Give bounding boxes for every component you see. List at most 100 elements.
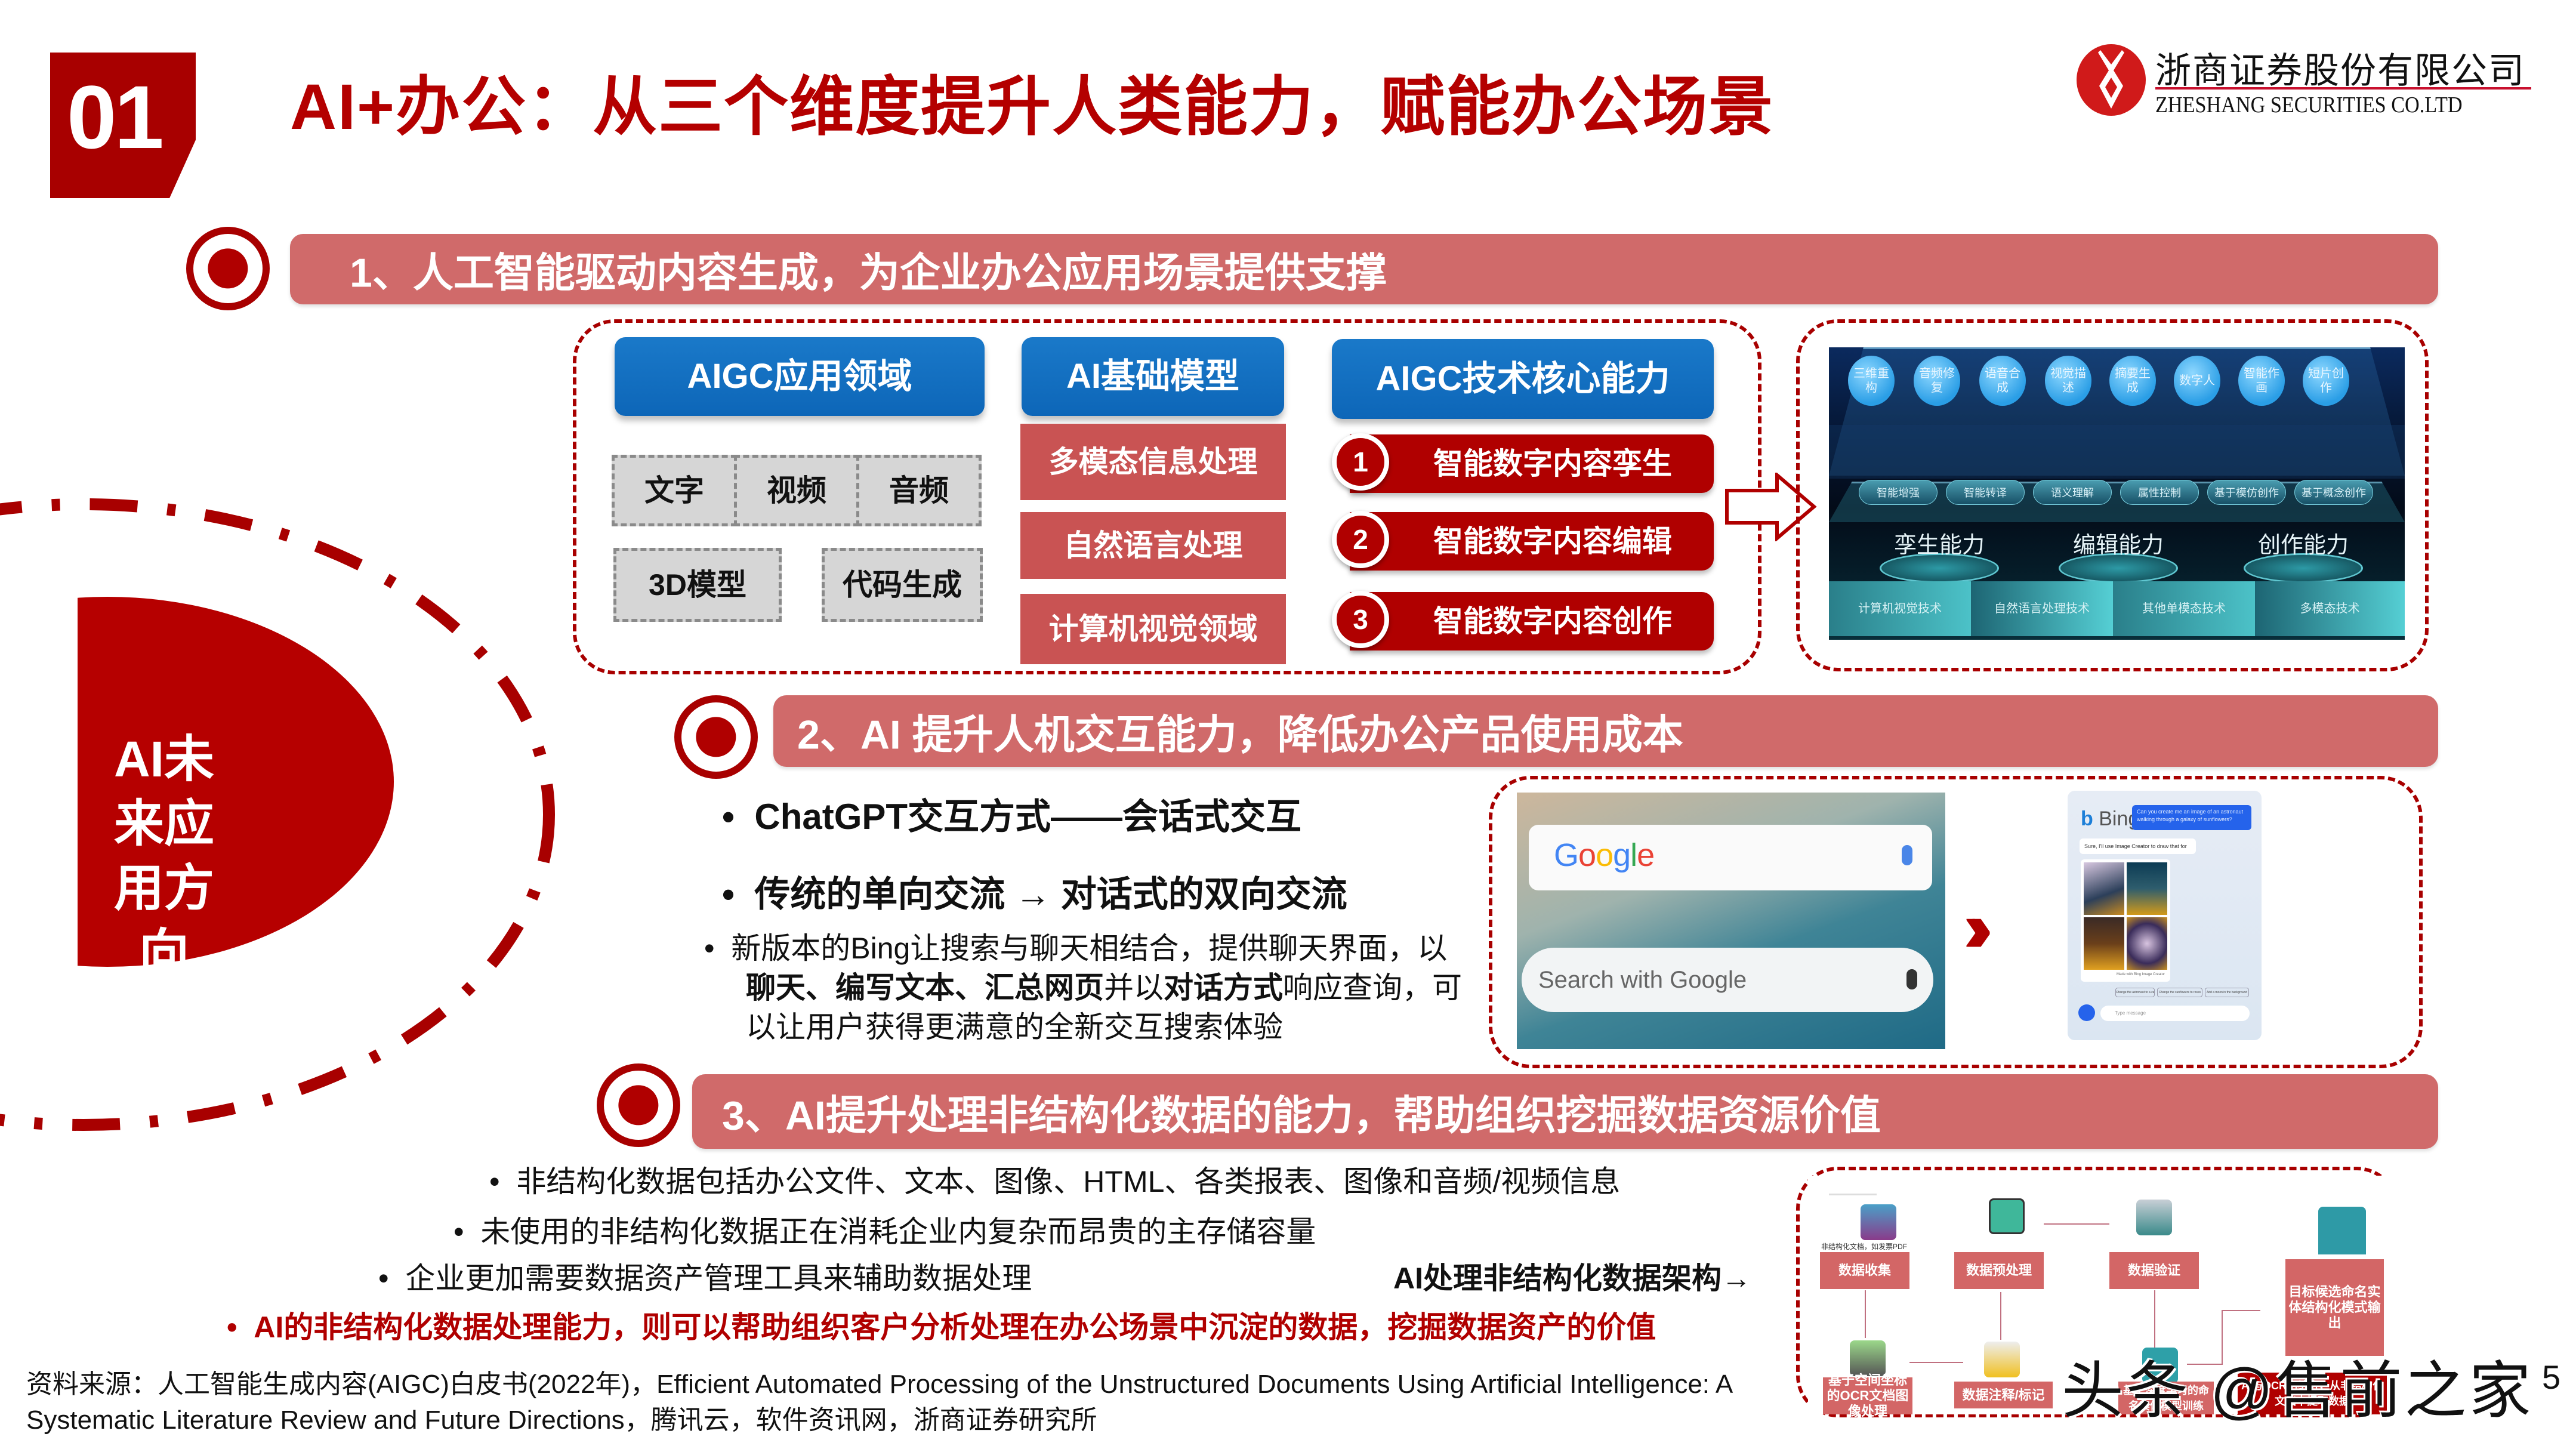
logo-chinese-name: 浙商证券股份有限公司 bbox=[2155, 50, 2525, 92]
generated-images-card: Made with Bing Image Creator bbox=[2081, 859, 2170, 982]
google-logo: Google bbox=[1554, 837, 1655, 874]
core-capability-number: 3 bbox=[1332, 591, 1389, 648]
ability-label: 编辑能力 bbox=[2072, 533, 2164, 558]
page-title: AI+办公：从三个维度提升人类能力，赋能办公场景 bbox=[290, 70, 1775, 143]
user-message-bubble: Can you create me an image of an astrona… bbox=[2132, 805, 2251, 830]
bullet-dot: • bbox=[722, 874, 755, 914]
ai-base-model-header: AI基础模型 bbox=[1022, 337, 1284, 416]
aigc-capability-diagram: 三维重构 音频修复 语音合成 视觉描述 摘要生成 数字人 智能作画 短片创作 智… bbox=[1829, 347, 2405, 640]
base-model-item: 多模态信息处理 bbox=[1020, 424, 1286, 500]
base-technology-cell: 计算机视觉技术 bbox=[1829, 581, 1971, 636]
microphone-icon bbox=[1902, 845, 1912, 865]
section2-banner-text: 2、AI 提升人机交互能力，降低办公产品使用成本 bbox=[797, 712, 1683, 758]
highlight-text: AI的非结构化数据处理能力，则可以帮助组织客户分析处理在办公场景中沉淀的数据，挖… bbox=[254, 1311, 1656, 1344]
aigc-scenario-bubble: 摘要生成 bbox=[2109, 356, 2156, 406]
base-technology-cell: 其他单模态技术 bbox=[2113, 581, 2255, 636]
core-capability-item: 智能数字内容编辑 bbox=[1350, 512, 1714, 571]
core-capability-item: 智能数字内容创作 bbox=[1350, 592, 1714, 650]
double-chevron-right-icon: ›› bbox=[1963, 887, 1993, 967]
center-label-line2: 用方向 bbox=[113, 860, 214, 981]
aigc-technique-chip: 智能增强 bbox=[1859, 480, 1938, 505]
flow-arrow bbox=[1865, 1290, 1866, 1338]
google-search-pill: Search with Google bbox=[1522, 948, 1933, 1012]
ability-label: 孪生能力 bbox=[1893, 533, 1985, 558]
app-domain-item: 音频 bbox=[856, 455, 982, 526]
flow-node: 数据预处理 bbox=[1954, 1252, 2044, 1289]
generated-image[interactable] bbox=[2127, 862, 2167, 915]
company-logo: 浙商证券股份有限公司 ZHESHANG SECURITIES CO.LTD bbox=[2077, 42, 2542, 119]
section2-banner: 2、AI 提升人机交互能力，降低办公产品使用成本 bbox=[773, 695, 2438, 767]
aigc-scenario-bubble: 三维重构 bbox=[1848, 356, 1895, 406]
bing-bullet: • 新版本的Bing让搜索与聊天相结合，提供聊天界面，以聊天、编写文本、汇总网页… bbox=[704, 929, 1474, 1047]
logo-english-name: ZHESHANG SECURITIES CO.LTD bbox=[2155, 93, 2463, 118]
flow-node: 数据验证 bbox=[2109, 1252, 2199, 1289]
unstructured-data-bullet: • 企业更加需要数据资产管理工具来辅助数据处理 bbox=[378, 1262, 1032, 1295]
bullet-dot: • bbox=[704, 932, 732, 965]
bullet-text: 企业更加需要数据资产管理工具来辅助数据处理 bbox=[405, 1262, 1032, 1295]
suggestion-chip[interactable]: Change the astronaut to a cat bbox=[2115, 988, 2155, 997]
flow-node: 数据收集 bbox=[1820, 1252, 1909, 1289]
suggestion-chip[interactable]: Change the sunflowers to roses bbox=[2157, 988, 2202, 997]
unstructured-data-bullet: • 未使用的非结构化数据正在消耗企业内复杂而昂贵的主存储容量 bbox=[454, 1215, 1316, 1248]
google-logo-letter: G bbox=[1554, 837, 1579, 873]
verification-icon bbox=[2136, 1200, 2172, 1235]
bing-bullet-part: 对话方式 bbox=[1164, 971, 1283, 1004]
center-label-line1: AI未来应 bbox=[113, 731, 214, 852]
aigc-technique-chip: 语义理解 bbox=[2033, 480, 2112, 505]
base-model-item: 计算机视觉领域 bbox=[1020, 594, 1286, 664]
doc-caption: 非结构化文档，如发票PDF bbox=[1821, 1243, 1908, 1251]
upload-laptop-icon bbox=[2318, 1207, 2366, 1254]
logo-divider bbox=[2155, 87, 2531, 90]
new-topic-button[interactable] bbox=[2078, 1004, 2095, 1021]
google-search-bar: Google bbox=[1529, 825, 1932, 890]
architecture-label: AI处理非结构化数据架构→ bbox=[1393, 1262, 1751, 1295]
generated-image[interactable] bbox=[2084, 917, 2124, 970]
core-capability-item: 智能数字内容孪生 bbox=[1350, 434, 1714, 493]
image-caption: Made with Bing Image Creator bbox=[2117, 973, 2165, 976]
bullet-dot: • bbox=[722, 797, 755, 837]
bing-logo: b Bing bbox=[2081, 807, 2139, 831]
logo-emblem-icon bbox=[2077, 44, 2146, 116]
section1-banner-text: 1、人工智能驱动内容生成，为企业办公应用场景提供支撑 bbox=[350, 250, 1387, 296]
section-number: 01 bbox=[67, 67, 164, 167]
google-logo-letter: e bbox=[1637, 837, 1655, 873]
generated-image[interactable] bbox=[2084, 862, 2124, 915]
app-domain-item: 视频 bbox=[734, 455, 859, 526]
google-logo-letter: o bbox=[1578, 837, 1596, 873]
source-note: 资料来源：人工智能生成内容(AIGC)白皮书(2022年)，Efficient … bbox=[26, 1370, 1732, 1435]
flow-arrow bbox=[2222, 1310, 2260, 1311]
google-logo-letter: g bbox=[1613, 837, 1631, 873]
suggestion-chip[interactable]: Add a moon in the background bbox=[2205, 988, 2249, 997]
aigc-technique-chip: 智能转译 bbox=[1946, 480, 2025, 505]
core-capability-number: 1 bbox=[1332, 433, 1389, 491]
divider bbox=[1829, 1194, 1877, 1195]
flow-node: 基于空间坐标的OCR文档图像处理 bbox=[1823, 1373, 1912, 1419]
documents-icon bbox=[1861, 1204, 1896, 1240]
section1-banner: 1、人工智能驱动内容生成，为企业办公应用场景提供支撑 bbox=[290, 234, 2438, 304]
message-input[interactable]: Type message bbox=[2100, 1006, 2250, 1021]
scanner-icon bbox=[1850, 1340, 1886, 1376]
aigc-application-header: AIGC应用领域 bbox=[615, 337, 985, 416]
generated-image[interactable] bbox=[2127, 917, 2167, 970]
flow-arrow bbox=[2044, 1223, 2109, 1225]
aigc-scenario-bubble: 视觉描述 bbox=[2045, 356, 2091, 406]
chatgpt-bullet-text: ChatGPT交互方式——会话式交互 bbox=[754, 797, 1302, 837]
chatgpt-bullet: • ChatGPT交互方式——会话式交互 bbox=[722, 788, 1301, 840]
section3-banner: 3、AI提升处理非结构化数据的能力，帮助组织挖掘数据资源价值 bbox=[692, 1074, 2438, 1149]
bing-bullet-part: 聊天、编写文本、汇总网页 bbox=[746, 971, 1104, 1004]
aigc-scenario-bubble: 音频修复 bbox=[1914, 356, 1960, 406]
gear-document-icon bbox=[1989, 1198, 2025, 1234]
communication-bullet: • 传统的单向交流 → 对话式的双向交流 bbox=[722, 865, 1347, 917]
bing-b-icon: b bbox=[2081, 807, 2093, 830]
section3-target-icon bbox=[597, 1063, 680, 1147]
core-capability-number: 2 bbox=[1332, 511, 1389, 568]
google-logo-letter: l bbox=[1630, 837, 1637, 873]
flow-arrow bbox=[2000, 1292, 2001, 1340]
google-logo-letter: o bbox=[1596, 837, 1614, 873]
flow-node: 数据注释/标记 bbox=[1954, 1382, 2053, 1408]
highlight-bullet: • AI的非结构化数据处理能力，则可以帮助组织客户分析处理在办公场景中沉淀的数据… bbox=[227, 1311, 1656, 1344]
center-label: AI未来应 用方向 bbox=[90, 727, 239, 985]
section3-banner-text: 3、AI提升处理非结构化数据的能力，帮助组织挖掘数据资源价值 bbox=[722, 1093, 1881, 1138]
base-model-item: 自然语言处理 bbox=[1020, 512, 1286, 579]
communication-bullet-text: 传统的单向交流 → 对话式的双向交流 bbox=[754, 874, 1347, 914]
